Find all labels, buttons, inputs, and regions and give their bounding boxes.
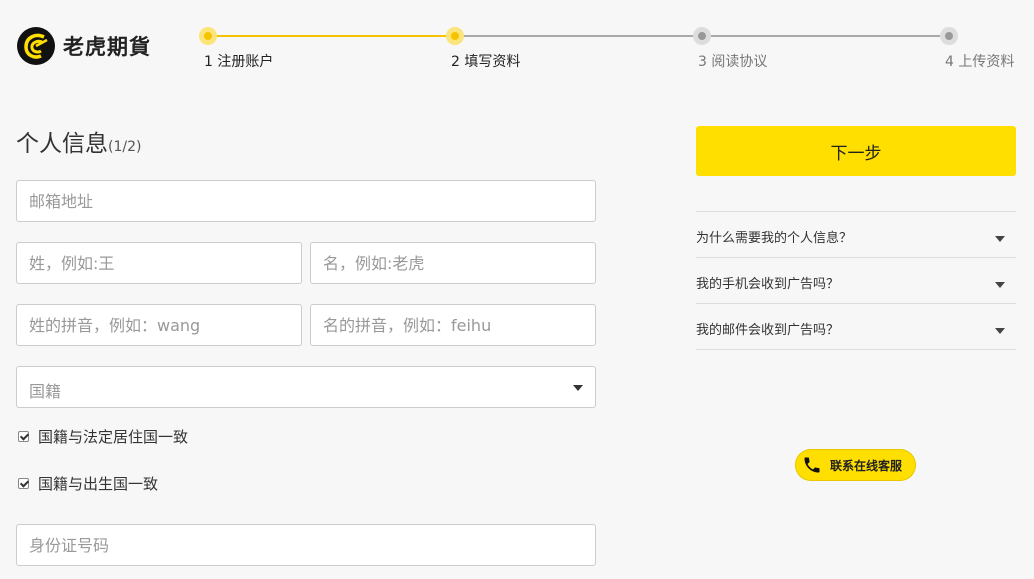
step-track-1 <box>216 35 446 37</box>
step-track-2 <box>463 35 693 37</box>
step-label-4: 4 上传资料 <box>945 54 1015 70</box>
chevron-down-icon[interactable] <box>995 236 1005 242</box>
id-number-input[interactable] <box>17 525 595 565</box>
email-field <box>16 180 596 222</box>
step-track-3 <box>710 35 940 37</box>
faq-item[interactable]: 为什么需要我的个人信息？ <box>696 212 1016 258</box>
email-input[interactable] <box>17 181 595 221</box>
nationality-select-value: 国籍 <box>29 382 62 401</box>
faq-list: 为什么需要我的个人信息？ 我的手机会收到广告吗？ 我的邮件会收到广告吗？ <box>696 211 1016 350</box>
step-dot-4 <box>940 27 958 45</box>
contact-support-label: 联系在线客服 <box>830 458 903 473</box>
birth-country-checkbox-label: 国籍与出生国一致 <box>38 475 159 493</box>
progress-stepper: 1 注册账户 2 填写资料 3 阅读协议 4 上传资料 <box>0 0 1034 80</box>
nationality-select[interactable]: 国籍 <box>16 366 596 408</box>
surname-pinyin-input[interactable] <box>17 305 301 345</box>
faq-question: 我的邮件会收到广告吗？ <box>696 323 840 338</box>
page-progress: (1/2) <box>108 139 142 155</box>
step-dot-1 <box>199 27 217 45</box>
given-pinyin-input[interactable] <box>311 305 595 345</box>
phone-icon <box>804 457 820 473</box>
step-dot-3 <box>693 27 711 45</box>
surname-pinyin-field <box>16 304 302 346</box>
chevron-down-icon <box>573 385 583 391</box>
step-dot-2 <box>446 27 464 45</box>
step-label-3: 3 阅读协议 <box>698 54 768 70</box>
id-number-field <box>16 524 596 566</box>
given-pinyin-field <box>310 304 596 346</box>
step-label-2: 2 填写资料 <box>451 54 521 70</box>
surname-input[interactable] <box>17 243 301 283</box>
faq-question: 我的手机会收到广告吗？ <box>696 277 840 292</box>
given-name-input[interactable] <box>311 243 595 283</box>
surname-field <box>16 242 302 284</box>
residence-checkbox[interactable]: 国籍与法定居住国一致 <box>18 426 188 447</box>
chevron-down-icon[interactable] <box>995 282 1005 288</box>
faq-item[interactable]: 我的邮件会收到广告吗？ <box>696 304 1016 350</box>
given-name-field <box>310 242 596 284</box>
page-title: 个人信息(1/2) <box>16 124 141 158</box>
chevron-down-icon[interactable] <box>995 328 1005 334</box>
faq-item[interactable]: 我的手机会收到广告吗？ <box>696 258 1016 304</box>
checkbox-checked-icon[interactable] <box>18 431 29 442</box>
checkbox-checked-icon[interactable] <box>18 478 29 489</box>
contact-support-button[interactable]: 联系在线客服 <box>795 449 916 481</box>
residence-checkbox-label: 国籍与法定居住国一致 <box>38 428 189 446</box>
next-step-button[interactable]: 下一步 <box>696 126 1016 176</box>
step-label-1: 1 注册账户 <box>204 54 274 70</box>
birth-country-checkbox[interactable]: 国籍与出生国一致 <box>18 473 158 494</box>
page-title-text: 个人信息 <box>16 131 108 157</box>
faq-question: 为什么需要我的个人信息？ <box>696 231 853 246</box>
